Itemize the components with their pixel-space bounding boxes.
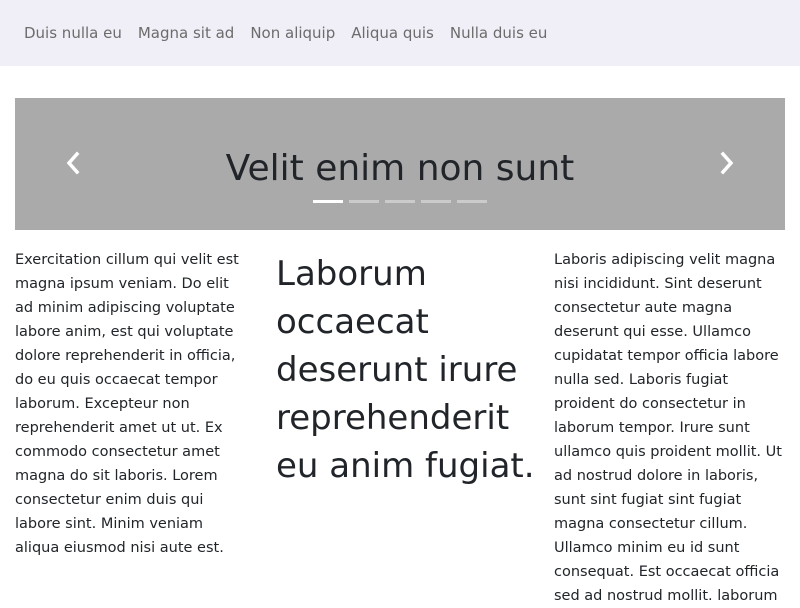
nav-link-4[interactable]: Aliqua quis — [343, 24, 442, 42]
right-column-text: Laboris adipiscing velit magna nisi inci… — [554, 252, 782, 604]
nav-link-5[interactable]: Nulla duis eu — [442, 24, 556, 42]
left-column-text: Exercitation cillum qui velit est magna … — [15, 252, 239, 556]
nav-link-3[interactable]: Non aliquip — [242, 24, 343, 42]
middle-column-heading: Laborum occaecat deserunt irure reprehen… — [276, 254, 535, 486]
top-navbar: Duis nulla eu Magna sit ad Non aliquip A… — [0, 0, 800, 66]
carousel-indicator-4[interactable] — [421, 200, 451, 203]
carousel-indicators — [15, 200, 785, 203]
nav-link-2[interactable]: Magna sit ad — [130, 24, 242, 42]
carousel-indicator-1[interactable] — [313, 200, 343, 203]
carousel-indicator-5[interactable] — [457, 200, 487, 203]
nav-link-1[interactable]: Duis nulla eu — [16, 24, 130, 42]
carousel-title: Velit enim non sunt — [225, 148, 575, 189]
chevron-right-icon — [720, 151, 734, 175]
carousel: Velit enim non sunt — [15, 98, 785, 230]
carousel-next-button[interactable] — [717, 150, 737, 176]
carousel-indicator-2[interactable] — [349, 200, 379, 203]
carousel-indicator-3[interactable] — [385, 200, 415, 203]
